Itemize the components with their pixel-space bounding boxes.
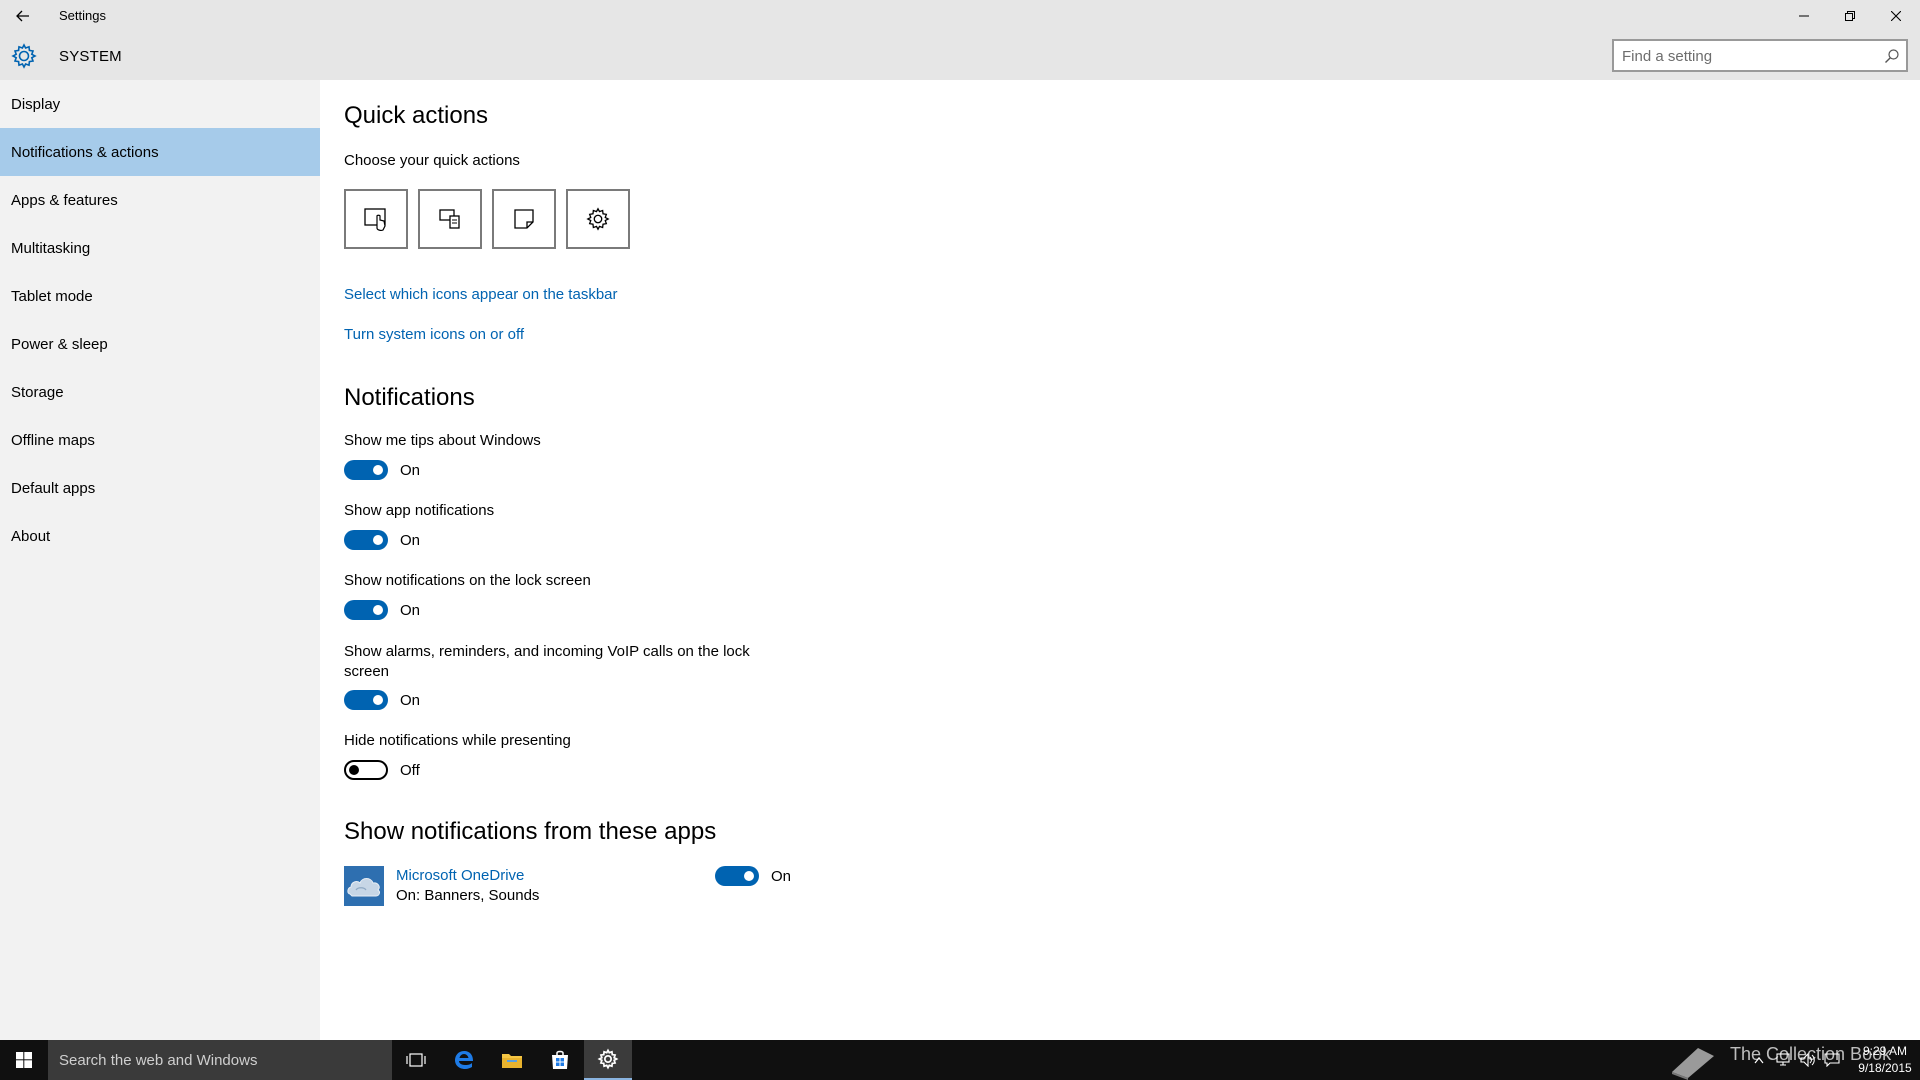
sidebar-item-default-apps[interactable]: Default apps — [0, 464, 320, 512]
minimize-icon — [1799, 15, 1809, 17]
close-icon — [1891, 11, 1901, 21]
start-button[interactable] — [0, 1040, 48, 1080]
toggle-knob — [373, 535, 383, 545]
taskbar-file-explorer-button[interactable] — [488, 1040, 536, 1080]
back-arrow-icon — [16, 10, 29, 22]
sidebar-item-notifications-actions[interactable]: Notifications & actions — [0, 128, 320, 176]
quick-action-all-settings-button[interactable] — [566, 189, 630, 249]
windows-logo-icon — [16, 1052, 32, 1068]
system-icons-link[interactable]: Turn system icons on or off — [344, 326, 524, 343]
quick-action-note-button[interactable] — [492, 189, 556, 249]
search-icon[interactable] — [1884, 48, 1900, 64]
toggle-knob — [744, 871, 754, 881]
minimize-button[interactable] — [1781, 0, 1827, 32]
network-icon[interactable] — [1776, 1053, 1792, 1067]
setting-label: Show app notifications — [344, 502, 495, 519]
taskbar-store-button[interactable] — [536, 1040, 584, 1080]
sidebar: Display Notifications & actions Apps & f… — [0, 80, 320, 1040]
close-button[interactable] — [1873, 0, 1919, 32]
lock-screen-notifications-toggle-state: On — [400, 602, 421, 619]
title-bar: Settings — [0, 0, 1920, 32]
settings-gear-icon — [597, 1048, 619, 1070]
quick-action-tablet-mode-button[interactable] — [344, 189, 408, 249]
sidebar-item-storage[interactable]: Storage — [0, 368, 320, 416]
tips-toggle[interactable] — [344, 460, 388, 480]
tablet-mode-icon — [364, 208, 386, 231]
note-icon — [514, 209, 534, 229]
onedrive-app-detail: On: Banners, Sounds — [396, 887, 540, 904]
project-icon — [439, 209, 460, 229]
setting-label: Show me tips about Windows — [344, 432, 541, 449]
onedrive-toggle-state: On — [771, 868, 792, 885]
gear-icon — [11, 43, 37, 69]
taskbar-search-box[interactable]: Search the web and Windows — [48, 1040, 392, 1080]
sidebar-item-display[interactable]: Display — [0, 80, 320, 128]
book-watermark-icon — [1672, 1048, 1714, 1080]
action-center-icon[interactable] — [1824, 1053, 1840, 1067]
taskbar-edge-button[interactable] — [440, 1040, 488, 1080]
sidebar-item-tablet-mode[interactable]: Tablet mode — [0, 272, 320, 320]
app-notifications-toggle-state: On — [400, 532, 421, 549]
search-box[interactable] — [1612, 39, 1908, 72]
window-title: Settings — [59, 8, 106, 23]
search-input[interactable] — [1622, 47, 1872, 65]
quick-actions-heading: Quick actions — [344, 102, 489, 129]
toggle-knob — [373, 695, 383, 705]
setting-label: Hide notifications while presenting — [344, 732, 571, 749]
sidebar-item-about[interactable]: About — [0, 512, 320, 560]
taskbar-settings-button[interactable] — [584, 1040, 632, 1080]
toggle-knob — [373, 465, 383, 475]
task-view-button[interactable] — [392, 1040, 440, 1080]
clock-time[interactable]: 9:29 AM — [1850, 1044, 1920, 1058]
onedrive-notifications-toggle[interactable] — [715, 866, 759, 886]
lock-screen-notifications-toggle[interactable] — [344, 600, 388, 620]
restore-button[interactable] — [1827, 0, 1873, 32]
taskbar-search-placeholder: Search the web and Windows — [59, 1052, 258, 1069]
volume-icon[interactable] — [1800, 1053, 1816, 1067]
restore-icon — [1845, 11, 1855, 21]
app-notifications-toggle[interactable] — [344, 530, 388, 550]
edge-icon — [455, 1051, 473, 1069]
task-view-icon — [406, 1053, 426, 1067]
onedrive-app-icon — [344, 866, 384, 906]
setting-label: Show notifications on the lock screen — [344, 572, 591, 589]
onedrive-cloud-icon — [344, 866, 384, 906]
alarms-voip-toggle-state: On — [400, 692, 421, 709]
notifications-heading: Notifications — [344, 384, 475, 411]
sidebar-item-power-sleep[interactable]: Power & sleep — [0, 320, 320, 368]
folder-icon — [502, 1054, 522, 1068]
alarms-voip-toggle[interactable] — [344, 690, 388, 710]
quick-action-project-button[interactable] — [418, 189, 482, 249]
toggle-knob — [373, 605, 383, 615]
store-icon — [552, 1050, 568, 1069]
sidebar-item-offline-maps[interactable]: Offline maps — [0, 416, 320, 464]
taskbar-icons-link[interactable]: Select which icons appear on the taskbar — [344, 286, 618, 303]
taskbar: Search the web and Windows The Collectio… — [0, 1040, 1920, 1080]
toggle-knob — [349, 765, 359, 775]
hide-while-presenting-toggle[interactable] — [344, 760, 388, 780]
sidebar-item-multitasking[interactable]: Multitasking — [0, 224, 320, 272]
quick-actions-subheading: Choose your quick actions — [344, 152, 520, 169]
back-button[interactable] — [8, 4, 38, 28]
show-hidden-icons-icon[interactable] — [1754, 1056, 1764, 1064]
main-content: Quick actions Choose your quick actions … — [320, 80, 1920, 1040]
apps-heading: Show notifications from these apps — [344, 818, 717, 845]
onedrive-app-link[interactable]: Microsoft OneDrive — [396, 867, 524, 884]
clock-date[interactable]: 9/18/2015 — [1850, 1061, 1920, 1075]
sidebar-item-apps-features[interactable]: Apps & features — [0, 176, 320, 224]
all-settings-icon — [586, 207, 610, 231]
settings-header: SYSTEM — [0, 32, 1920, 80]
setting-label: Show alarms, reminders, and incoming VoI… — [344, 643, 750, 680]
hide-while-presenting-toggle-state: Off — [400, 762, 420, 779]
tips-toggle-state: On — [400, 462, 421, 479]
page-title: SYSTEM — [59, 48, 122, 65]
